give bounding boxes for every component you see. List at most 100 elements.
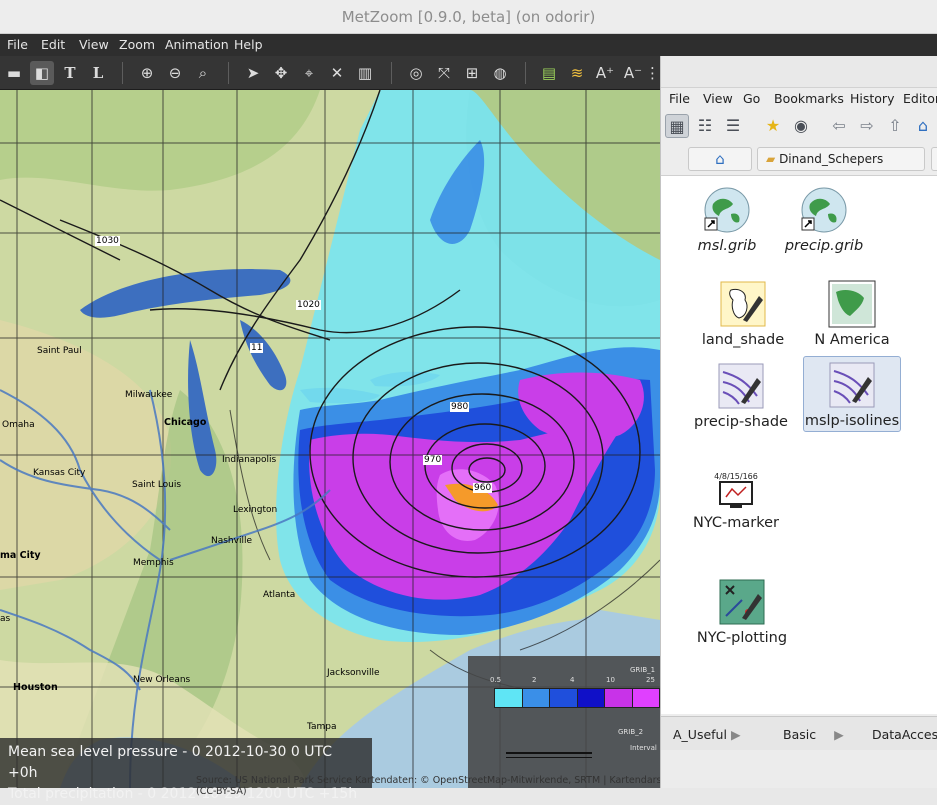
map-preview-icon bbox=[828, 280, 876, 328]
legend-tick: 10 bbox=[606, 676, 615, 684]
file-item-nyc-marker[interactable]: 4/8/15/166 NYC-marker bbox=[687, 472, 785, 544]
tab-basic[interactable]: Basic ▶ bbox=[783, 723, 844, 747]
isobar-label: 11 bbox=[250, 343, 264, 353]
up-arrow-icon[interactable]: ⇧ bbox=[883, 114, 907, 138]
magnifier-icon[interactable]: ◎ bbox=[404, 61, 428, 85]
city-label: Atlanta bbox=[263, 590, 296, 600]
file-label: precip.grib bbox=[784, 238, 864, 254]
city-label: Chicago bbox=[164, 417, 207, 428]
back-arrow-icon[interactable]: ⇦ bbox=[827, 114, 851, 138]
layers-icon[interactable]: ≋ bbox=[565, 61, 589, 85]
file-item-precip-shade[interactable]: precip-shade bbox=[683, 362, 799, 434]
text-tool-icon[interactable]: T bbox=[58, 61, 82, 85]
file-item-msl-grib[interactable]: msl.grib bbox=[691, 186, 763, 260]
city-label: Jacksonville bbox=[327, 668, 380, 678]
zoom-box-icon[interactable]: ⌕ bbox=[191, 61, 215, 85]
isobar-label: 1030 bbox=[95, 236, 120, 246]
layout-split-icon[interactable]: ◧ bbox=[30, 61, 54, 85]
globe-file-icon bbox=[704, 187, 750, 233]
icon-view-icon[interactable]: ▦ bbox=[665, 114, 689, 138]
preview-eye-icon[interactable]: ◉ bbox=[789, 114, 813, 138]
marker-monitor-icon bbox=[719, 481, 753, 508]
play-icon: ▶ bbox=[730, 727, 741, 742]
file-label: NYC-marker bbox=[692, 515, 779, 531]
legend-swatch bbox=[632, 689, 659, 707]
city-label: Nashville bbox=[211, 536, 253, 546]
font-increase-icon[interactable]: A⁺ bbox=[593, 61, 617, 85]
tab-data-access[interactable]: DataAccess bbox=[872, 723, 937, 747]
city-label: Memphis bbox=[133, 558, 174, 568]
breadcrumb: ⌂ ▰ Dinand_Schepers bbox=[661, 142, 937, 176]
fm-menu-view[interactable]: View bbox=[703, 91, 733, 106]
zoom-out-icon[interactable]: ⊖ bbox=[163, 61, 187, 85]
file-label: land_shade bbox=[701, 332, 785, 348]
toolbar-separator bbox=[391, 62, 392, 84]
toolbar-more-icon[interactable]: ⋮ bbox=[645, 61, 660, 85]
breadcrumb-folder[interactable]: ▰ Dinand_Schepers bbox=[757, 147, 925, 171]
font-decrease-icon[interactable]: A⁻ bbox=[621, 61, 645, 85]
bookmark-star-icon[interactable]: ★ bbox=[761, 114, 785, 138]
remove-point-icon[interactable]: ✕ bbox=[325, 61, 349, 85]
layout-single-icon[interactable]: ▬ bbox=[2, 61, 26, 85]
contour-shade-icon bbox=[718, 363, 764, 409]
fm-menu-bookmarks[interactable]: Bookmarks bbox=[774, 91, 844, 106]
legend-interval: Interval bbox=[630, 744, 657, 752]
forward-arrow-icon[interactable]: ⇨ bbox=[855, 114, 879, 138]
home-icon[interactable]: ⌂ bbox=[911, 114, 935, 138]
fm-menu-file[interactable]: File bbox=[669, 91, 690, 106]
window-title: MetZoom [0.9.0, beta] (on odorir) bbox=[341, 8, 596, 26]
zoom-in-icon[interactable]: ⊕ bbox=[135, 61, 159, 85]
list-view-icon[interactable]: ☰ bbox=[721, 114, 745, 138]
city-label: Houston bbox=[13, 682, 58, 693]
layer-color-icon[interactable]: ▤ bbox=[537, 61, 561, 85]
legend-swatch bbox=[550, 689, 578, 707]
fit-extent-icon[interactable]: ⤧ bbox=[432, 61, 456, 85]
legend-tool-icon[interactable]: L bbox=[86, 61, 110, 85]
file-item-precip-grib[interactable]: precip.grib bbox=[779, 186, 869, 260]
tab-a-useful[interactable]: A_Useful ▶ bbox=[673, 723, 741, 747]
menu-file[interactable]: File bbox=[7, 37, 28, 52]
isobar-label: 960 bbox=[473, 483, 493, 493]
city-label: Milwaukee bbox=[125, 390, 173, 400]
menu-zoom[interactable]: Zoom bbox=[119, 37, 155, 52]
detail-view-icon[interactable]: ☷ bbox=[693, 114, 717, 138]
legend-swatch bbox=[577, 689, 605, 707]
file-manager-bottom bbox=[661, 750, 937, 788]
legend-line bbox=[506, 757, 592, 758]
plotting-icon bbox=[719, 579, 765, 625]
menu-view[interactable]: View bbox=[79, 37, 109, 52]
file-label: N America bbox=[814, 332, 890, 348]
menu-help[interactable]: Help bbox=[234, 37, 263, 52]
fm-menu-go[interactable]: Go bbox=[743, 91, 760, 106]
folder-icon: ▰ bbox=[766, 152, 776, 166]
select-pointer-icon[interactable]: ➤ bbox=[241, 61, 265, 85]
pan-icon[interactable]: ✥ bbox=[269, 61, 293, 85]
menu-edit[interactable]: Edit bbox=[41, 37, 65, 52]
city-label: Saint Paul bbox=[37, 346, 82, 356]
menu-animation[interactable]: Animation bbox=[165, 37, 229, 52]
fm-menu-history[interactable]: History bbox=[850, 91, 894, 106]
fm-menu-editors[interactable]: Editors bbox=[903, 91, 937, 106]
marker-coordinates: 4/8/15/166 bbox=[714, 472, 758, 481]
main-toolbar: ▬ ◧ T L ⊕ ⊖ ⌕ ➤ ✥ ⌖ ✕ ▥ ◎ ⤧ ⊞ ◍ ▤ ≋ A⁺ A… bbox=[0, 56, 660, 90]
isobar-label: 980 bbox=[450, 402, 470, 412]
file-item-mslp-isolines[interactable]: mslp-isolines bbox=[803, 356, 901, 432]
legend-tick: 2 bbox=[532, 676, 537, 684]
file-item-land-shade[interactable]: land_shade bbox=[695, 280, 791, 352]
play-icon: ▶ bbox=[834, 727, 844, 742]
breadcrumb-next[interactable] bbox=[931, 147, 937, 171]
tab-label: A_Useful bbox=[673, 727, 727, 742]
grid-icon[interactable]: ⊞ bbox=[460, 61, 484, 85]
breadcrumb-home-icon[interactable]: ⌂ bbox=[688, 147, 752, 171]
legend-grib1: GRIB_1 bbox=[630, 666, 656, 674]
breadcrumb-folder-label: Dinand_Schepers bbox=[779, 152, 884, 166]
add-point-icon[interactable]: ⌖ bbox=[297, 61, 321, 85]
file-item-n-america[interactable]: N America bbox=[807, 280, 897, 352]
legend-line bbox=[506, 752, 592, 754]
toolbar-separator bbox=[228, 62, 229, 84]
graph-icon[interactable]: ▥ bbox=[353, 61, 377, 85]
file-icon-view: msl.grib precip.grib land_shade N Americ… bbox=[661, 176, 937, 714]
globe-icon[interactable]: ◍ bbox=[488, 61, 512, 85]
legend-swatch bbox=[605, 689, 633, 707]
file-item-nyc-plotting[interactable]: NYC-plotting bbox=[691, 578, 793, 650]
